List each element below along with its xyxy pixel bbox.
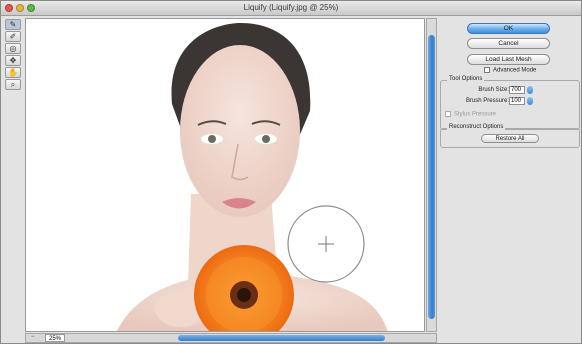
portrait-photo	[117, 23, 388, 331]
push-left-tool-icon[interactable]: ✥	[5, 55, 21, 66]
brush-size-stepper[interactable]	[527, 86, 533, 94]
liquify-toolbar: ✎ ✐ ◎ ✥ ✋ ⌕	[5, 19, 21, 99]
stylus-pressure-row[interactable]: Stylus Pressure	[445, 111, 496, 118]
restore-all-button[interactable]: Restore All	[481, 134, 539, 143]
brush-pressure-label: Brush Pressure:	[465, 98, 509, 104]
vertical-scroll-thumb[interactable]	[428, 35, 435, 319]
pucker-tool-icon[interactable]: ◎	[5, 43, 21, 54]
zoom-level[interactable]: 25%	[45, 334, 65, 342]
reconstruct-tool-icon[interactable]: ✐	[5, 31, 21, 42]
reconstruct-options-group: Reconstruct Options Restore All	[440, 124, 580, 148]
advanced-mode-checkbox[interactable]	[484, 67, 490, 73]
tool-options-title: Tool Options	[447, 76, 485, 82]
zoom-tool-icon[interactable]: ⌕	[5, 79, 21, 90]
image-canvas[interactable]	[25, 18, 425, 332]
horizontal-scroll-thumb[interactable]	[178, 335, 385, 341]
options-panel: OK Cancel Load Last Mesh Advanced Mode T…	[438, 16, 581, 343]
tool-options-group: Tool Options Brush Size: 700 Brush Press…	[440, 76, 580, 130]
forward-warp-tool-icon[interactable]: ✎	[5, 19, 21, 30]
brush-size-input[interactable]: 700	[509, 86, 525, 94]
cancel-button[interactable]: Cancel	[467, 38, 550, 49]
liquify-window: Liquify (Liquify.jpg @ 25%) ✎ ✐ ◎ ✥ ✋ ⌕	[0, 0, 582, 344]
advanced-mode-row[interactable]: Advanced Mode	[484, 67, 536, 74]
hand-tool-icon[interactable]: ✋	[5, 67, 21, 78]
ok-button[interactable]: OK	[467, 23, 550, 34]
stylus-pressure-label: Stylus Pressure	[454, 111, 497, 118]
brush-pressure-stepper[interactable]	[527, 97, 533, 105]
window-title: Liquify (Liquify.jpg @ 25%)	[243, 3, 339, 12]
title-bar: Liquify (Liquify.jpg @ 25%)	[1, 1, 581, 16]
load-last-mesh-button[interactable]: Load Last Mesh	[467, 54, 550, 65]
advanced-mode-label: Advanced Mode	[493, 67, 537, 74]
reconstruct-options-title: Reconstruct Options	[447, 124, 506, 130]
vertical-scrollbar[interactable]	[426, 18, 437, 332]
zoom-out-icon[interactable]: −	[31, 334, 35, 340]
stylus-pressure-checkbox[interactable]	[445, 111, 451, 117]
horizontal-scrollbar[interactable]	[25, 333, 437, 343]
brush-size-label: Brush Size:	[478, 87, 509, 93]
brush-pressure-input[interactable]: 100	[509, 97, 525, 105]
